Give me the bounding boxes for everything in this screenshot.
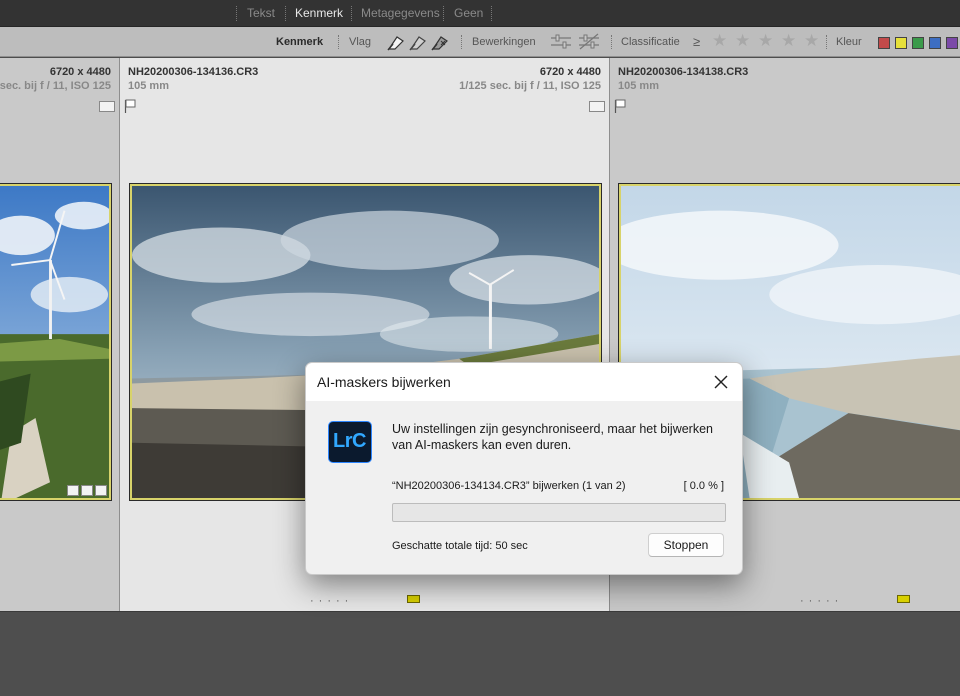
filter-separator	[491, 6, 492, 21]
color-label-yellow[interactable]	[407, 595, 420, 603]
toolbar-separator	[338, 35, 339, 49]
filter-tab-text[interactable]: Tekst	[247, 6, 275, 20]
flag-label: Vlag	[349, 36, 372, 48]
rating-star-icon[interactable]: ★	[735, 31, 750, 51]
flagged-filter-icon[interactable]	[385, 33, 407, 51]
toolbar-separator	[826, 35, 827, 49]
image-lens: 105 mm	[128, 80, 169, 92]
grid-cell[interactable]: 6720 x 4480 1/125 sec. bij f / 11, ISO 1…	[0, 58, 120, 611]
filter-separator	[351, 6, 352, 21]
color-swatch-yellow[interactable]	[895, 37, 907, 49]
progress-bar	[392, 503, 726, 522]
edited-filter-icon[interactable]	[550, 33, 572, 51]
color-swatch-green[interactable]	[912, 37, 924, 49]
flag-icon[interactable]	[124, 99, 136, 113]
lightroom-classic-app-icon: LrC	[328, 421, 372, 463]
filter-tab-none[interactable]: Geen	[454, 6, 483, 20]
color-label: Kleur	[836, 36, 862, 48]
color-swatch-blue[interactable]	[929, 37, 941, 49]
rating-star-icon[interactable]: ★	[781, 31, 796, 51]
rating-star-icon[interactable]: ★	[712, 31, 727, 51]
color-label-yellow[interactable]	[897, 595, 910, 603]
filter-tab-attribute[interactable]: Kenmerk	[295, 6, 343, 20]
unedited-filter-icon[interactable]	[578, 33, 600, 51]
filter-tab-metadata[interactable]: Metagegevens	[361, 6, 440, 20]
rejected-filter-icon[interactable]	[429, 33, 451, 51]
progress-percent: [ 0.0 % ]	[683, 480, 724, 492]
color-swatch-purple[interactable]	[946, 37, 958, 49]
develop-badge-icon[interactable]	[95, 485, 107, 496]
image-dimensions: 6720 x 4480	[539, 66, 601, 78]
rating-operator[interactable]: ≥	[693, 34, 700, 49]
attribute-label: Kenmerk	[276, 36, 324, 48]
photo-thumbnail[interactable]	[0, 183, 112, 501]
filter-separator	[443, 6, 444, 21]
toolbar-separator	[611, 35, 612, 49]
crop-badge-icon[interactable]	[81, 485, 93, 496]
edits-label: Bewerkingen	[472, 36, 536, 48]
metadata-badge-icon[interactable]	[589, 101, 605, 112]
rating-dots[interactable]: ·····	[310, 595, 353, 607]
color-swatch-red[interactable]	[878, 37, 890, 49]
image-dimensions: 6720 x 4480	[49, 66, 111, 78]
keyword-badge-icon[interactable]	[67, 485, 79, 496]
filter-separator	[236, 6, 237, 21]
unflagged-filter-icon[interactable]	[407, 33, 429, 51]
rating-star-icon[interactable]: ★	[758, 31, 773, 51]
close-icon[interactable]	[710, 371, 732, 393]
image-exif: 1/125 sec. bij f / 11, ISO 125	[0, 80, 111, 92]
attribute-filter-toolbar: Kenmerk Vlag Bewerkingen Classificatie ≥…	[0, 27, 960, 57]
toolbar-separator	[461, 35, 462, 49]
dialog-titlebar: AI-maskers bijwerken	[306, 363, 742, 401]
library-filter-bar: Tekst Kenmerk Metagegevens Geen	[0, 0, 960, 27]
image-filename: NH20200306-134138.CR3	[618, 66, 749, 78]
metadata-badge-icon[interactable]	[99, 101, 115, 112]
rating-dots[interactable]: ·····	[800, 595, 843, 607]
rating-star-icon[interactable]: ★	[804, 31, 819, 51]
estimated-time: Geschatte totale tijd: 50 sec	[392, 540, 528, 552]
app-icon-label: LrC	[333, 430, 366, 452]
ai-masks-update-dialog: AI-maskers bijwerken LrC Uw instellingen…	[305, 362, 743, 575]
stop-button[interactable]: Stoppen	[648, 533, 724, 557]
image-exif: 1/125 sec. bij f / 11, ISO 125	[459, 80, 601, 92]
lightroom-window: Tekst Kenmerk Metagegevens Geen Kenmerk …	[0, 0, 960, 696]
flag-icon[interactable]	[614, 99, 626, 113]
dialog-title: AI-maskers bijwerken	[317, 374, 451, 390]
windmill-photo	[0, 186, 109, 498]
empty-grid-area	[0, 611, 960, 696]
filter-separator	[285, 6, 286, 21]
progress-label: “NH20200306-134134.CR3” bijwerken (1 van…	[392, 480, 626, 492]
image-filename: NH20200306-134136.CR3	[128, 66, 259, 78]
rating-label: Classificatie	[621, 36, 680, 48]
dialog-message: Uw instellingen zijn gesynchroniseerd, m…	[392, 422, 713, 452]
image-lens: 105 mm	[618, 80, 659, 92]
